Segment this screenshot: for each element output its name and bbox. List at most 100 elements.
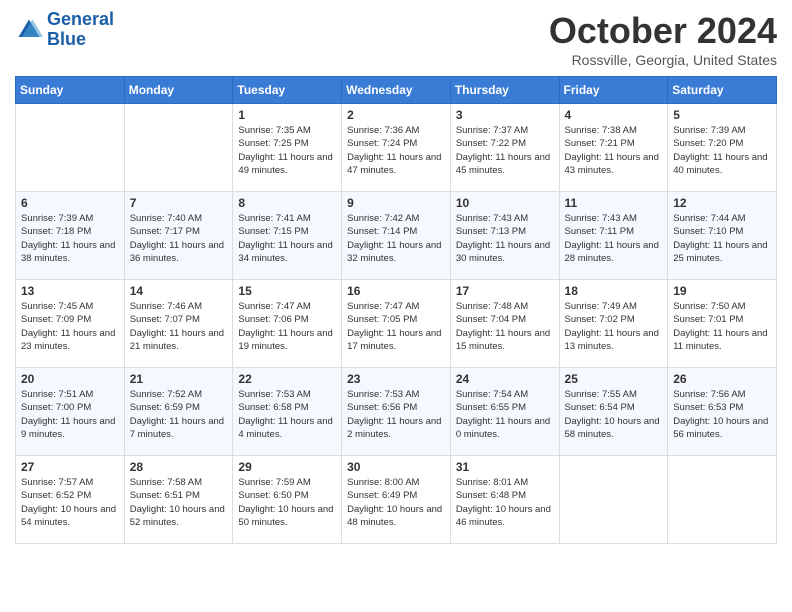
day-info: Sunrise: 7:35 AM Sunset: 7:25 PM Dayligh… [238, 124, 336, 177]
calendar-cell: 9 Sunrise: 7:42 AM Sunset: 7:14 PM Daylig… [342, 192, 451, 280]
day-info: Sunrise: 7:44 AM Sunset: 7:10 PM Dayligh… [673, 212, 771, 265]
day-info: Sunrise: 7:36 AM Sunset: 7:24 PM Dayligh… [347, 124, 445, 177]
day-info: Sunrise: 7:50 AM Sunset: 7:01 PM Dayligh… [673, 300, 771, 353]
day-info: Sunrise: 7:48 AM Sunset: 7:04 PM Dayligh… [456, 300, 554, 353]
calendar-week-row: 1 Sunrise: 7:35 AM Sunset: 7:25 PM Daylig… [16, 104, 777, 192]
day-info: Sunrise: 7:42 AM Sunset: 7:14 PM Dayligh… [347, 212, 445, 265]
day-info: Sunrise: 7:41 AM Sunset: 7:15 PM Dayligh… [238, 212, 336, 265]
calendar-cell: 28 Sunrise: 7:58 AM Sunset: 6:51 PM Dayli… [124, 456, 233, 544]
day-info: Sunrise: 7:53 AM Sunset: 6:56 PM Dayligh… [347, 388, 445, 441]
day-info: Sunrise: 7:51 AM Sunset: 7:00 PM Dayligh… [21, 388, 119, 441]
calendar-header: SundayMondayTuesdayWednesdayThursdayFrid… [16, 77, 777, 104]
day-info: Sunrise: 7:47 AM Sunset: 7:06 PM Dayligh… [238, 300, 336, 353]
day-number: 25 [565, 372, 663, 386]
day-number: 22 [238, 372, 336, 386]
day-info: Sunrise: 7:38 AM Sunset: 7:21 PM Dayligh… [565, 124, 663, 177]
day-info: Sunrise: 7:46 AM Sunset: 7:07 PM Dayligh… [130, 300, 228, 353]
day-number: 14 [130, 284, 228, 298]
day-info: Sunrise: 7:52 AM Sunset: 6:59 PM Dayligh… [130, 388, 228, 441]
day-number: 7 [130, 196, 228, 210]
day-number: 31 [456, 460, 554, 474]
day-number: 15 [238, 284, 336, 298]
calendar-week-row: 13 Sunrise: 7:45 AM Sunset: 7:09 PM Dayli… [16, 280, 777, 368]
days-of-week-row: SundayMondayTuesdayWednesdayThursdayFrid… [16, 77, 777, 104]
calendar-cell: 23 Sunrise: 7:53 AM Sunset: 6:56 PM Dayli… [342, 368, 451, 456]
calendar-week-row: 27 Sunrise: 7:57 AM Sunset: 6:52 PM Dayli… [16, 456, 777, 544]
day-number: 1 [238, 108, 336, 122]
calendar-cell: 14 Sunrise: 7:46 AM Sunset: 7:07 PM Dayli… [124, 280, 233, 368]
day-number: 10 [456, 196, 554, 210]
day-number: 29 [238, 460, 336, 474]
day-info: Sunrise: 7:47 AM Sunset: 7:05 PM Dayligh… [347, 300, 445, 353]
day-info: Sunrise: 7:57 AM Sunset: 6:52 PM Dayligh… [21, 476, 119, 529]
calendar-cell: 1 Sunrise: 7:35 AM Sunset: 7:25 PM Daylig… [233, 104, 342, 192]
day-info: Sunrise: 7:43 AM Sunset: 7:13 PM Dayligh… [456, 212, 554, 265]
month-title: October 2024 [549, 10, 777, 52]
calendar-cell: 18 Sunrise: 7:49 AM Sunset: 7:02 PM Dayli… [559, 280, 668, 368]
calendar-cell: 15 Sunrise: 7:47 AM Sunset: 7:06 PM Dayli… [233, 280, 342, 368]
day-of-week-header: Friday [559, 77, 668, 104]
calendar-cell: 5 Sunrise: 7:39 AM Sunset: 7:20 PM Daylig… [668, 104, 777, 192]
calendar-cell: 30Sunrise: 8:00 AM Sunset: 6:49 PM Dayli… [342, 456, 451, 544]
day-number: 18 [565, 284, 663, 298]
page-header: General Blue October 2024 Rossville, Geo… [15, 10, 777, 68]
calendar-table: SundayMondayTuesdayWednesdayThursdayFrid… [15, 76, 777, 544]
day-number: 8 [238, 196, 336, 210]
logo-text: General Blue [47, 10, 114, 50]
day-of-week-header: Wednesday [342, 77, 451, 104]
calendar-cell [559, 456, 668, 544]
day-info: Sunrise: 7:37 AM Sunset: 7:22 PM Dayligh… [456, 124, 554, 177]
calendar-cell: 10 Sunrise: 7:43 AM Sunset: 7:13 PM Dayli… [450, 192, 559, 280]
calendar-cell: 2 Sunrise: 7:36 AM Sunset: 7:24 PM Daylig… [342, 104, 451, 192]
calendar-cell: 25 Sunrise: 7:55 AM Sunset: 6:54 PM Dayli… [559, 368, 668, 456]
day-info: Sunrise: 7:39 AM Sunset: 7:20 PM Dayligh… [673, 124, 771, 177]
calendar-cell: 21Sunrise: 7:52 AM Sunset: 6:59 PM Dayli… [124, 368, 233, 456]
day-of-week-header: Tuesday [233, 77, 342, 104]
calendar-cell: 26Sunrise: 7:56 AM Sunset: 6:53 PM Dayli… [668, 368, 777, 456]
day-number: 5 [673, 108, 771, 122]
day-of-week-header: Thursday [450, 77, 559, 104]
day-info: Sunrise: 7:40 AM Sunset: 7:17 PM Dayligh… [130, 212, 228, 265]
day-number: 17 [456, 284, 554, 298]
day-number: 20 [21, 372, 119, 386]
logo-line2: Blue [47, 29, 86, 49]
logo: General Blue [15, 10, 114, 50]
day-number: 23 [347, 372, 445, 386]
day-number: 9 [347, 196, 445, 210]
day-number: 2 [347, 108, 445, 122]
day-info: Sunrise: 7:58 AM Sunset: 6:51 PM Dayligh… [130, 476, 228, 529]
calendar-cell [16, 104, 125, 192]
day-number: 27 [21, 460, 119, 474]
day-number: 3 [456, 108, 554, 122]
calendar-cell: 20 Sunrise: 7:51 AM Sunset: 7:00 PM Dayli… [16, 368, 125, 456]
day-number: 24 [456, 372, 554, 386]
day-info: Sunrise: 7:56 AM Sunset: 6:53 PM Dayligh… [673, 388, 771, 441]
day-number: 6 [21, 196, 119, 210]
day-info: Sunrise: 7:45 AM Sunset: 7:09 PM Dayligh… [21, 300, 119, 353]
location-subtitle: Rossville, Georgia, United States [549, 52, 777, 68]
calendar-cell: 19Sunrise: 7:50 AM Sunset: 7:01 PM Dayli… [668, 280, 777, 368]
day-info: Sunrise: 7:49 AM Sunset: 7:02 PM Dayligh… [565, 300, 663, 353]
calendar-cell: 27 Sunrise: 7:57 AM Sunset: 6:52 PM Dayli… [16, 456, 125, 544]
calendar-week-row: 6 Sunrise: 7:39 AM Sunset: 7:18 PM Daylig… [16, 192, 777, 280]
day-info: Sunrise: 7:39 AM Sunset: 7:18 PM Dayligh… [21, 212, 119, 265]
calendar-cell: 4 Sunrise: 7:38 AM Sunset: 7:21 PM Daylig… [559, 104, 668, 192]
day-info: Sunrise: 7:59 AM Sunset: 6:50 PM Dayligh… [238, 476, 336, 529]
logo-icon [15, 16, 43, 44]
day-number: 13 [21, 284, 119, 298]
calendar-cell: 16Sunrise: 7:47 AM Sunset: 7:05 PM Dayli… [342, 280, 451, 368]
day-number: 30 [347, 460, 445, 474]
day-info: Sunrise: 7:43 AM Sunset: 7:11 PM Dayligh… [565, 212, 663, 265]
calendar-cell: 8 Sunrise: 7:41 AM Sunset: 7:15 PM Daylig… [233, 192, 342, 280]
day-number: 28 [130, 460, 228, 474]
calendar-cell: 24Sunrise: 7:54 AM Sunset: 6:55 PM Dayli… [450, 368, 559, 456]
logo-line1: General [47, 9, 114, 29]
day-info: Sunrise: 7:55 AM Sunset: 6:54 PM Dayligh… [565, 388, 663, 441]
calendar-cell: 7 Sunrise: 7:40 AM Sunset: 7:17 PM Daylig… [124, 192, 233, 280]
calendar-cell: 31 Sunrise: 8:01 AM Sunset: 6:48 PM Dayli… [450, 456, 559, 544]
day-number: 4 [565, 108, 663, 122]
day-number: 11 [565, 196, 663, 210]
day-info: Sunrise: 8:01 AM Sunset: 6:48 PM Dayligh… [456, 476, 554, 529]
calendar-cell: 6 Sunrise: 7:39 AM Sunset: 7:18 PM Daylig… [16, 192, 125, 280]
calendar-body: 1 Sunrise: 7:35 AM Sunset: 7:25 PM Daylig… [16, 104, 777, 544]
